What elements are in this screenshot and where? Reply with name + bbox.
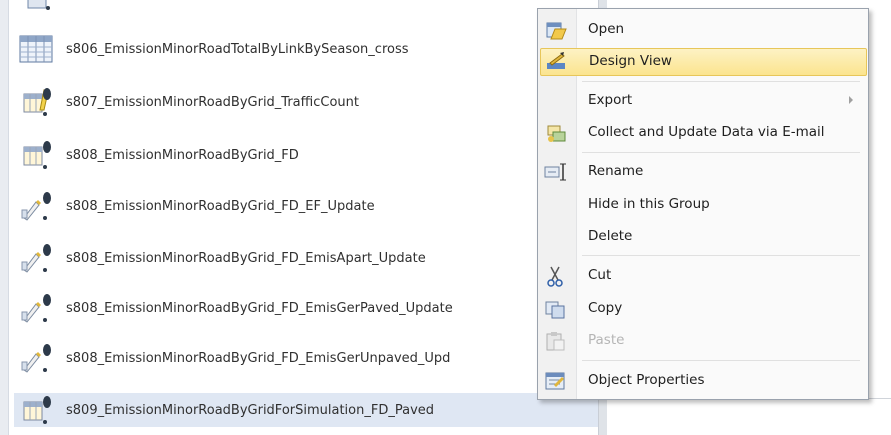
menu-item-copy[interactable]: Copy (540, 296, 865, 322)
menu-item-export[interactable]: Export (540, 88, 865, 114)
menu-item-cut[interactable]: Cut (540, 263, 865, 289)
nav-item-5[interactable]: s808_EmissionMinorRoadByGrid_FD_EmisGerP… (14, 292, 598, 324)
menu-item-rename[interactable]: Rename (540, 159, 865, 185)
nav-item-label: s806_EmissionMinorRoadTotalByLinkBySeaso… (66, 41, 409, 57)
nav-item-label: s807_EmissionMinorRoadByGrid_TrafficCoun… (66, 94, 359, 110)
nav-item-label: s808_EmissionMinorRoadByGrid_FD_EmisApar… (66, 250, 426, 266)
nav-item-1[interactable]: s807_EmissionMinorRoadByGrid_TrafficCoun… (14, 86, 598, 118)
menu-separator (582, 152, 860, 153)
rename-icon (540, 159, 570, 185)
nav-item-4[interactable]: s808_EmissionMinorRoadByGrid_FD_EmisApar… (14, 242, 598, 274)
nav-item-7[interactable]: s809_EmissionMinorRoadByGridForSimulatio… (14, 393, 598, 427)
table-icon (14, 33, 54, 65)
menu-item-label: Export (588, 92, 633, 108)
nav-item-label: s808_EmissionMinorRoadByGrid_FD (66, 147, 299, 163)
menu-item-hide-in-group[interactable]: Hide in this Group (540, 192, 865, 218)
menu-separator (582, 255, 860, 256)
design-view-icon (541, 49, 571, 75)
nav-item-0[interactable]: s806_EmissionMinorRoadTotalByLinkBySeaso… (14, 33, 598, 65)
table-icon (14, 0, 54, 14)
menu-item-collect-data[interactable]: Collect and Update Data via E-mail (540, 120, 865, 146)
nav-item-2[interactable]: s808_EmissionMinorRoadByGrid_FD (14, 139, 598, 171)
properties-icon (540, 368, 570, 394)
submenu-arrow-icon (849, 96, 853, 104)
nav-pane-edge (0, 0, 9, 435)
open-icon (540, 17, 570, 43)
menu-item-label: Copy (588, 300, 623, 316)
menu-item-design-view[interactable]: Design View (540, 48, 867, 76)
context-menu: Open Design View Export Collect and Upda… (537, 8, 869, 400)
update-query-icon (14, 242, 54, 274)
menu-item-icon-placeholder (540, 224, 570, 250)
menu-item-delete[interactable]: Delete (540, 224, 865, 250)
menu-item-object-properties[interactable]: Object Properties (540, 368, 865, 394)
menu-item-paste[interactable]: Paste (540, 328, 865, 354)
make-table-query-icon (14, 139, 54, 171)
menu-item-label: Delete (588, 228, 633, 244)
paste-icon (540, 328, 570, 354)
menu-separator (582, 81, 860, 82)
menu-item-label: Open (588, 21, 625, 37)
update-query-icon (14, 292, 54, 324)
make-table-query-icon (14, 394, 54, 426)
navigation-pane: s806_EmissionMinorRoadTotalByLinkBySeaso… (0, 0, 598, 435)
update-query-icon (14, 190, 54, 222)
nav-item-label: s809_EmissionMinorRoadByGridForSimulatio… (66, 402, 435, 418)
menu-separator (582, 360, 860, 361)
menu-item-label: Cut (588, 267, 612, 283)
menu-item-label: Rename (588, 163, 644, 179)
nav-item-partial[interactable] (14, 0, 598, 14)
menu-item-open[interactable]: Open (540, 17, 865, 43)
menu-item-label: Collect and Update Data via E-mail (588, 124, 825, 140)
update-query-icon (14, 342, 54, 374)
nav-item-label: s808_EmissionMinorRoadByGrid_FD_EmisGerU… (66, 350, 451, 366)
menu-item-label: Design View (589, 53, 672, 69)
nav-item-label: s808_EmissionMinorRoadByGrid_FD_EmisGerP… (66, 300, 453, 316)
make-table-query-icon (14, 86, 54, 118)
menu-item-label: Paste (588, 332, 625, 348)
menu-item-label: Hide in this Group (588, 196, 710, 212)
menu-item-icon-placeholder (540, 88, 570, 114)
cut-icon (540, 263, 570, 289)
copy-icon (540, 296, 570, 322)
collect-data-icon (540, 120, 570, 146)
nav-item-label: s808_EmissionMinorRoadByGrid_FD_EF_Updat… (66, 198, 375, 214)
menu-item-label: Object Properties (588, 372, 705, 388)
nav-item-6[interactable]: s808_EmissionMinorRoadByGrid_FD_EmisGerU… (14, 342, 598, 374)
nav-item-3[interactable]: s808_EmissionMinorRoadByGrid_FD_EF_Updat… (14, 190, 598, 222)
menu-item-icon-placeholder (540, 192, 570, 218)
